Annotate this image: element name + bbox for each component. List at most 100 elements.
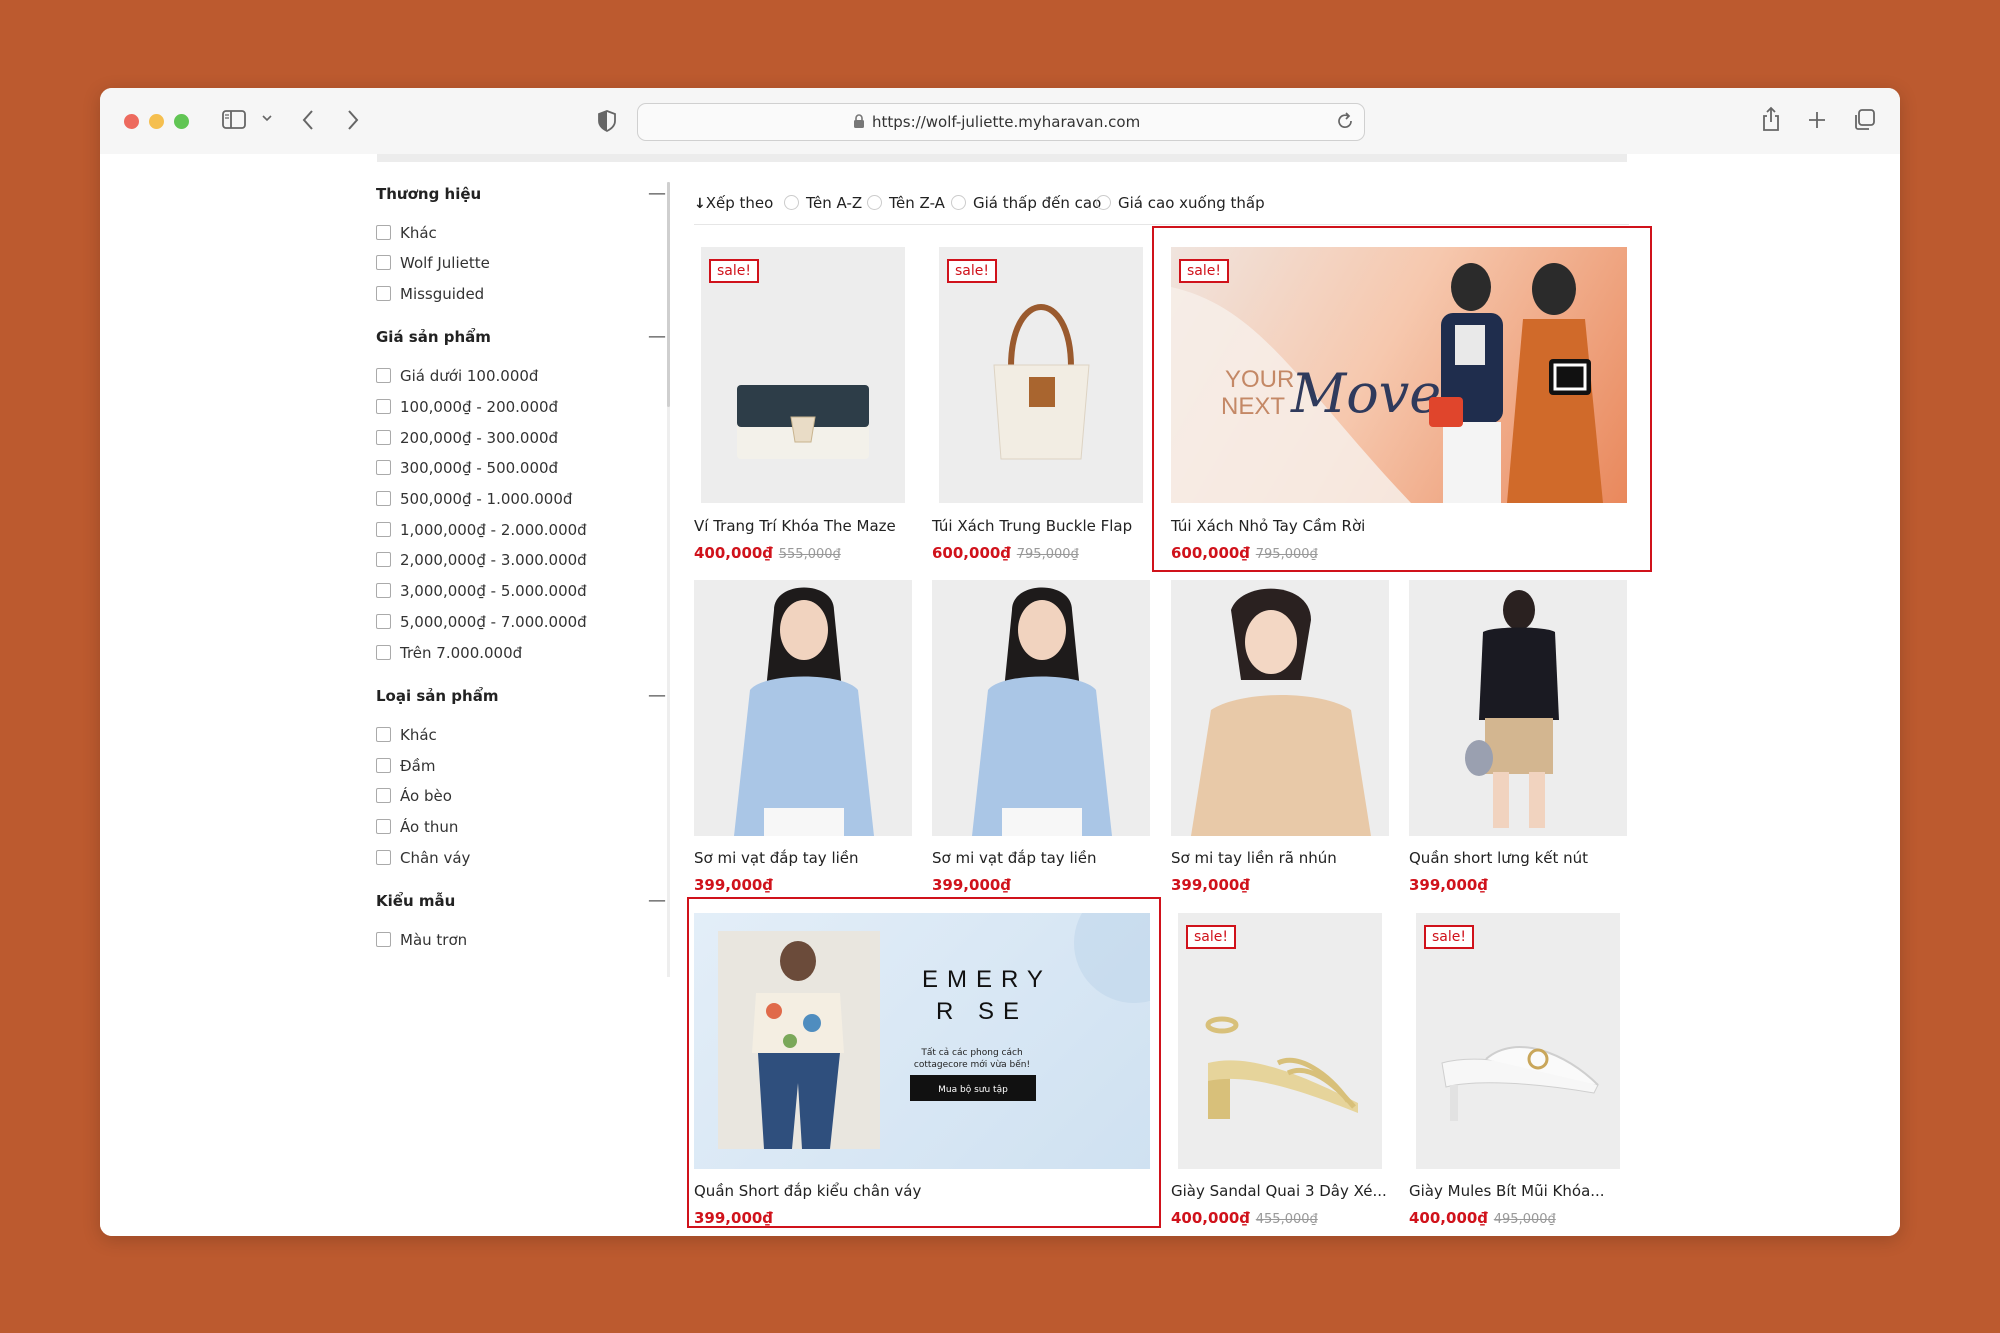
- checkbox[interactable]: [376, 552, 391, 567]
- close-window-button[interactable]: [124, 114, 139, 129]
- product-price: 600,000₫ 795,000₫: [932, 544, 1079, 562]
- filter-group-title[interactable]: Giá sản phẩm: [376, 327, 666, 347]
- checkbox[interactable]: [376, 727, 391, 742]
- filter-group-title[interactable]: Thương hiệu: [376, 184, 666, 204]
- sale-badge: sale!: [947, 259, 997, 283]
- product-image[interactable]: [694, 580, 912, 836]
- checkbox[interactable]: [376, 491, 391, 506]
- filter-option[interactable]: 100,000₫ - 200.000đ: [376, 397, 558, 417]
- filter-option[interactable]: Khác: [376, 725, 437, 745]
- tab-overview-icon[interactable]: [1852, 108, 1876, 132]
- sort-option-name-asc[interactable]: Tên A-Z: [784, 190, 862, 216]
- product-image[interactable]: [1171, 580, 1389, 836]
- filter-option[interactable]: 200,000₫ - 300.000đ: [376, 428, 558, 448]
- filter-option[interactable]: Áo thun: [376, 817, 458, 837]
- filter-group-type: Loại sản phẩm — Khác Đầm Áo bèo Áo thun …: [376, 686, 666, 867]
- checkbox[interactable]: [376, 430, 391, 445]
- filter-group-title[interactable]: Kiểu mẫu: [376, 891, 666, 911]
- checkbox[interactable]: [376, 819, 391, 834]
- filter-option[interactable]: Wolf Juliette: [376, 253, 490, 273]
- model-blue-shirt: [734, 587, 874, 836]
- filter-option[interactable]: Giá dưới 100.000đ: [376, 366, 538, 386]
- filter-option[interactable]: Áo bèo: [376, 786, 452, 806]
- product-image[interactable]: [1409, 580, 1627, 836]
- product-name[interactable]: Túi Xách Trung Buckle Flap: [932, 517, 1132, 535]
- collapse-icon[interactable]: —: [648, 686, 666, 706]
- checkbox[interactable]: [376, 286, 391, 301]
- filter-option[interactable]: 1,000,000₫ - 2.000.000đ: [376, 520, 587, 540]
- model-blue-shirt: [972, 587, 1112, 836]
- product-name[interactable]: Ví Trang Trí Khóa The Maze: [694, 517, 896, 535]
- product-name[interactable]: Giày Sandal Quai 3 Dây Xé...: [1171, 1182, 1387, 1200]
- product-image[interactable]: [932, 580, 1150, 836]
- collapse-icon[interactable]: —: [648, 184, 666, 204]
- checkbox[interactable]: [376, 255, 391, 270]
- product-name[interactable]: Quần short lưng kết nút: [1409, 849, 1588, 867]
- checkbox[interactable]: [376, 522, 391, 537]
- sort-divider: [694, 224, 1629, 225]
- filter-option[interactable]: 5,000,000₫ - 7.000.000đ: [376, 612, 587, 632]
- back-icon[interactable]: [301, 108, 315, 132]
- chevron-down-icon[interactable]: [261, 112, 273, 124]
- sort-option-name-desc[interactable]: Tên Z-A: [867, 190, 945, 216]
- checkbox[interactable]: [376, 368, 391, 383]
- radio[interactable]: [784, 195, 799, 210]
- new-tab-icon[interactable]: [1807, 110, 1827, 130]
- filter-option[interactable]: Màu trơn: [376, 930, 467, 950]
- sale-badge: sale!: [1186, 925, 1236, 949]
- filter-option[interactable]: Missguided: [376, 284, 484, 304]
- checkbox[interactable]: [376, 645, 391, 660]
- sort-label: ↓Xếp theo: [694, 194, 774, 212]
- checkbox[interactable]: [376, 850, 391, 865]
- filter-option[interactable]: 500,000₫ - 1.000.000đ: [376, 489, 572, 509]
- address-bar[interactable]: https://wolf-juliette.myharavan.com: [637, 103, 1365, 141]
- product-name[interactable]: Sơ mi vạt đắp tay liền: [932, 849, 1097, 867]
- sort-option-price-asc[interactable]: Giá thấp đến cao: [951, 190, 1101, 216]
- checkbox[interactable]: [376, 460, 391, 475]
- filter-option[interactable]: Trên 7.000.000đ: [376, 643, 522, 663]
- url-text: https://wolf-juliette.myharavan.com: [872, 113, 1141, 131]
- product-image[interactable]: sale!: [1416, 913, 1620, 1169]
- sale-badge: sale!: [1424, 925, 1474, 949]
- filter-option[interactable]: Khác: [376, 223, 437, 243]
- product-image[interactable]: sale!: [701, 247, 905, 503]
- filter-option[interactable]: Đầm: [376, 756, 435, 776]
- header-divider: [377, 154, 1627, 162]
- filter-option[interactable]: 300,000₫ - 500.000đ: [376, 458, 558, 478]
- checkbox[interactable]: [376, 225, 391, 240]
- radio[interactable]: [867, 195, 882, 210]
- checkbox[interactable]: [376, 614, 391, 629]
- mule-shoe-illustration: [1441, 1046, 1599, 1121]
- radio[interactable]: [1096, 195, 1111, 210]
- radio[interactable]: [951, 195, 966, 210]
- checkbox[interactable]: [376, 788, 391, 803]
- checkbox[interactable]: [376, 583, 391, 598]
- filter-option[interactable]: 3,000,000₫ - 5.000.000đ: [376, 581, 587, 601]
- minimize-window-button[interactable]: [149, 114, 164, 129]
- filter-option[interactable]: 2,000,000₫ - 3.000.000đ: [376, 550, 587, 570]
- reload-icon[interactable]: [1336, 112, 1354, 134]
- filter-option[interactable]: Chân váy: [376, 848, 470, 868]
- sort-option-price-desc[interactable]: Giá cao xuống thấp: [1096, 190, 1265, 216]
- product-name[interactable]: Giày Mules Bít Mũi Khóa...: [1409, 1182, 1605, 1200]
- sale-badge: sale!: [709, 259, 759, 283]
- checkbox[interactable]: [376, 758, 391, 773]
- sidebar-toggle-icon[interactable]: [222, 109, 248, 131]
- share-icon[interactable]: [1761, 106, 1781, 132]
- page-content: Thương hiệu — Khác Wolf Juliette Missgui…: [100, 154, 1900, 1236]
- collapse-icon[interactable]: —: [648, 327, 666, 347]
- product-image[interactable]: sale!: [1178, 913, 1382, 1169]
- product-name[interactable]: Sơ mi vạt đắp tay liền: [694, 849, 859, 867]
- product-name[interactable]: Sơ mi tay liền rã nhún: [1171, 849, 1337, 867]
- product-price: 399,000₫: [1171, 876, 1250, 894]
- forward-icon[interactable]: [346, 108, 360, 132]
- checkbox[interactable]: [376, 399, 391, 414]
- product-price: 400,000₫ 455,000₫: [1171, 1209, 1318, 1227]
- collapse-icon[interactable]: —: [648, 891, 666, 911]
- privacy-shield-icon[interactable]: [597, 109, 617, 133]
- maximize-window-button[interactable]: [174, 114, 189, 129]
- product-image[interactable]: sale!: [939, 247, 1143, 503]
- checkbox[interactable]: [376, 932, 391, 947]
- wallet-illustration: [737, 385, 869, 459]
- filter-group-title[interactable]: Loại sản phẩm: [376, 686, 666, 706]
